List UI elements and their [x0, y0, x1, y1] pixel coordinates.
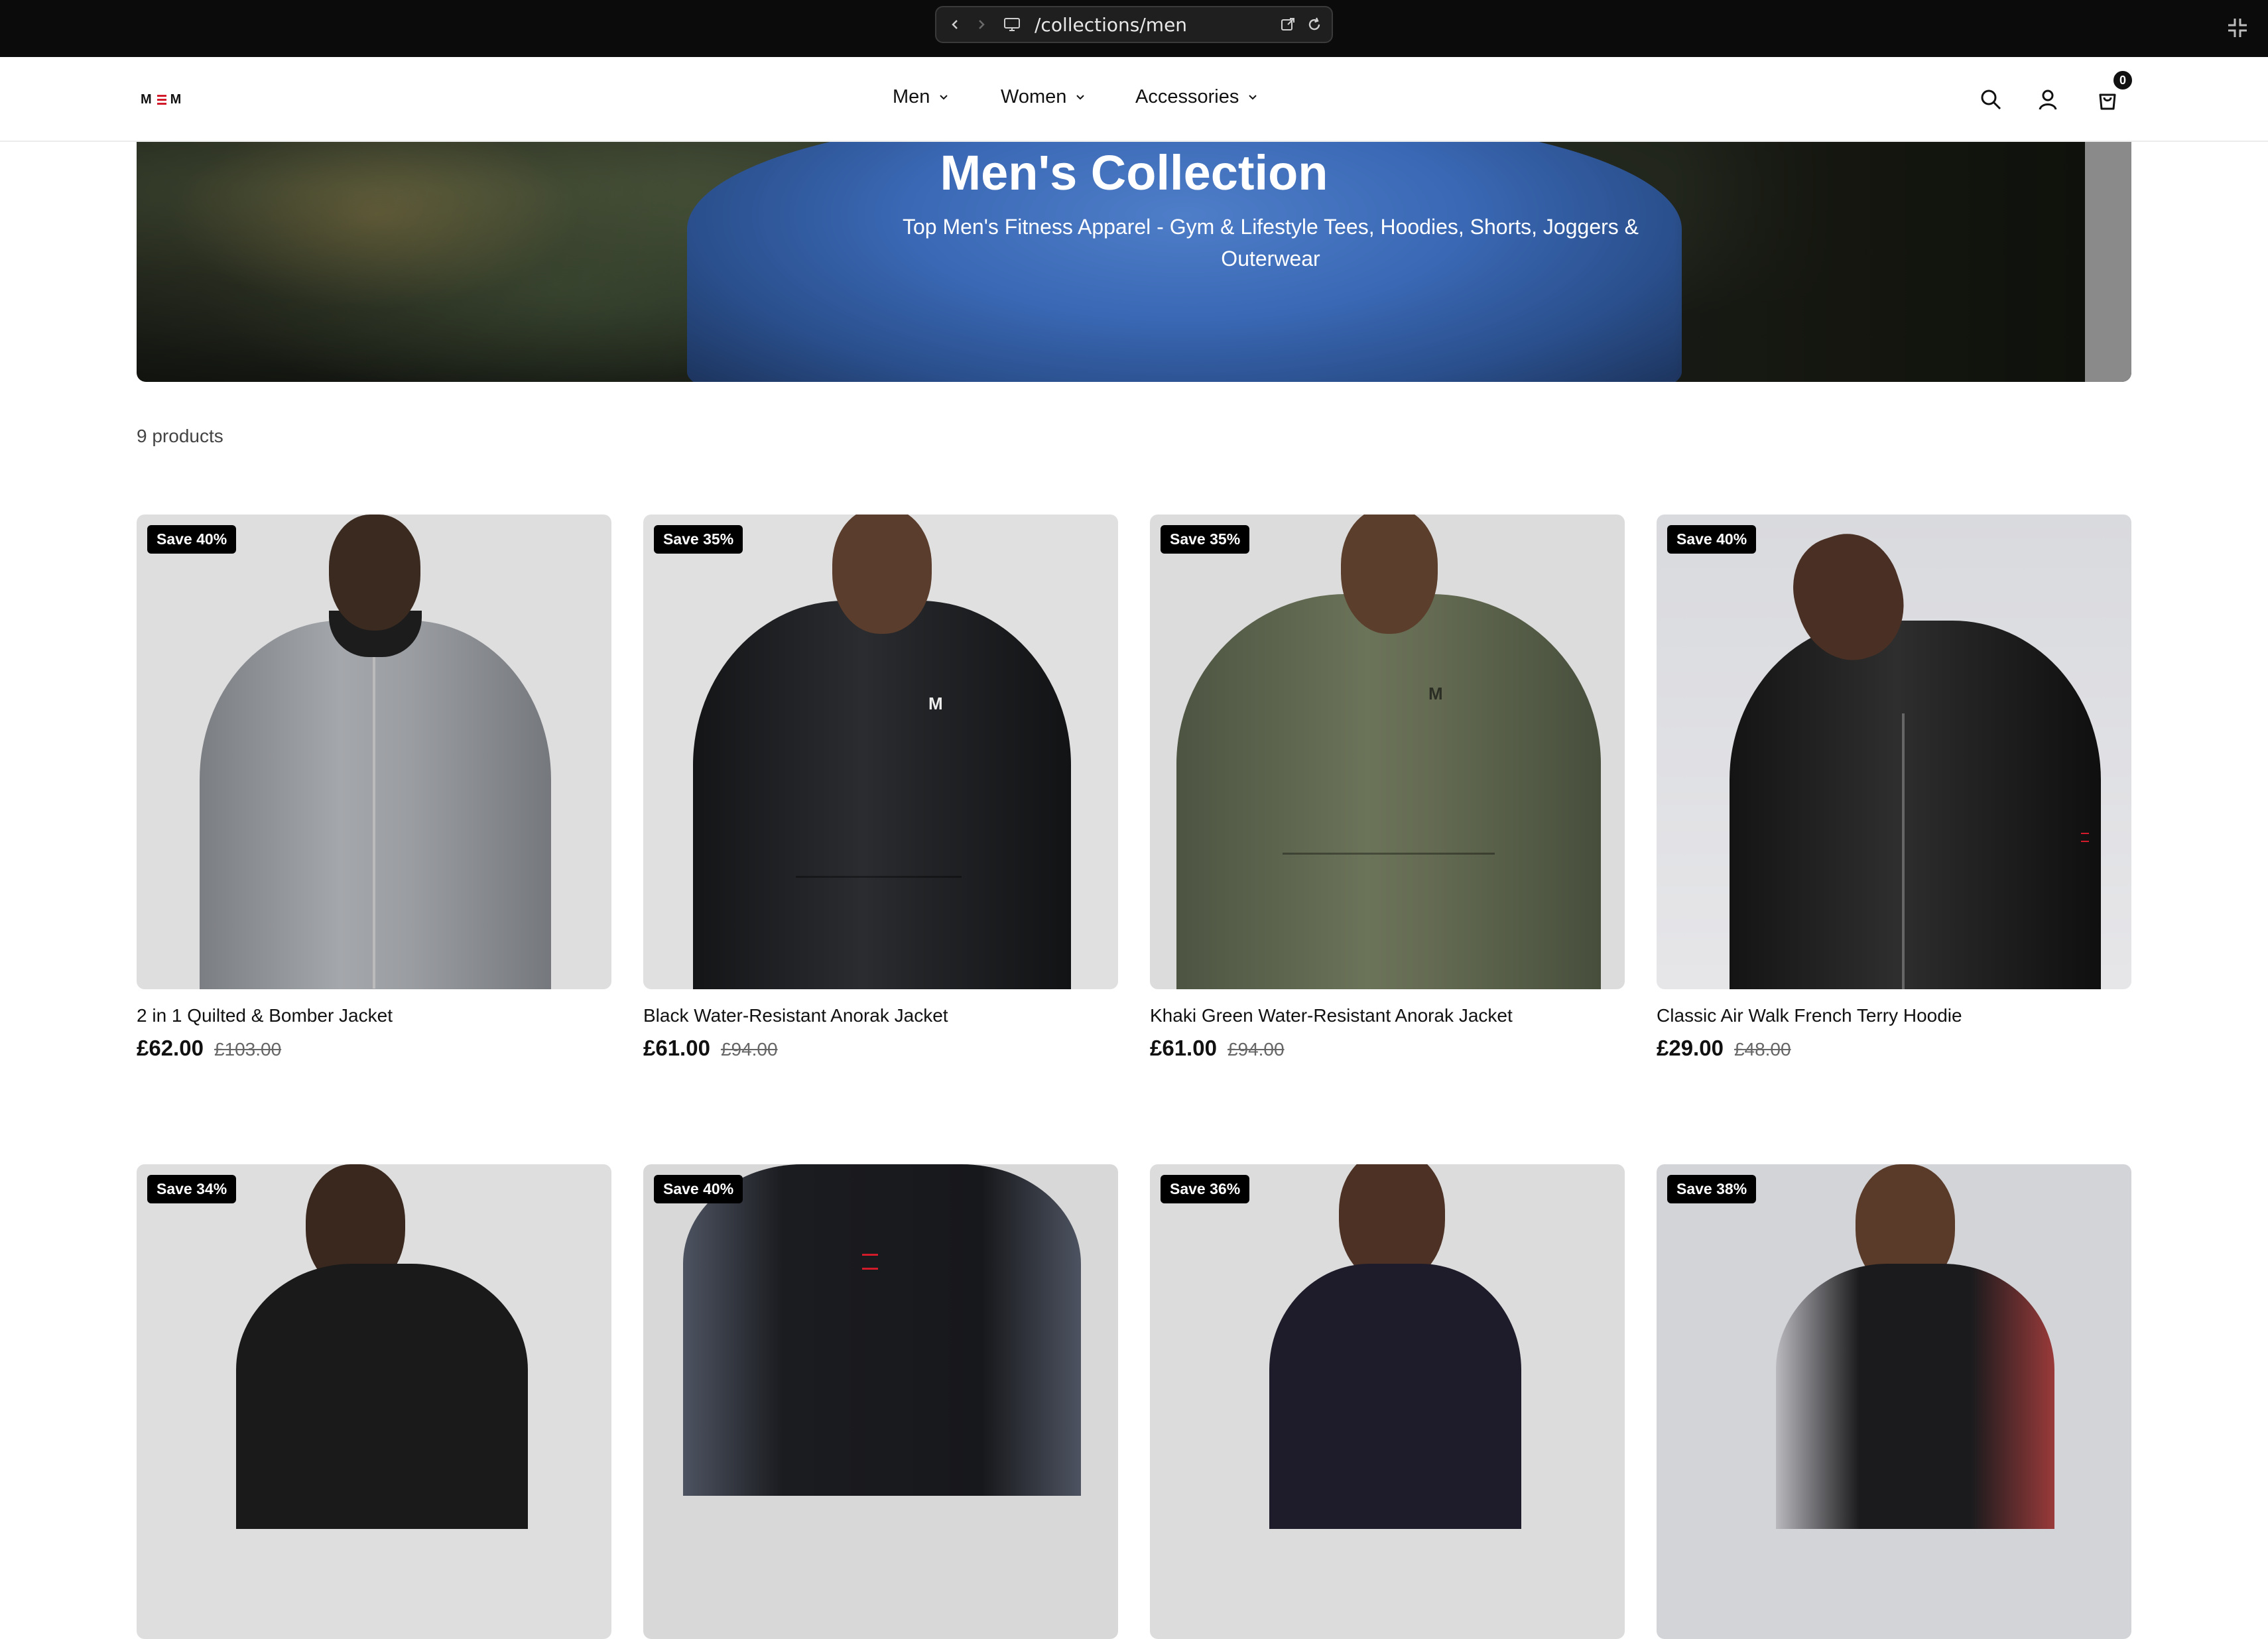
url-text[interactable]: /collections/men — [1035, 14, 1275, 36]
product-image[interactable]: Save 40% — [137, 515, 611, 989]
sale-price: £62.00 — [137, 1036, 204, 1060]
product-image[interactable]: Save 34% — [137, 1164, 611, 1639]
page-subtitle: Top Men's Fitness Apparel - Gym & Lifest… — [902, 215, 1639, 271]
sale-badge: Save 38% — [1667, 1175, 1757, 1203]
site-header: M M Men Women Accessories — [0, 57, 2268, 142]
chevron-left-icon[interactable] — [942, 11, 968, 38]
monitor-icon — [999, 11, 1025, 38]
chevron-right-icon[interactable] — [968, 11, 995, 38]
compare-price: £48.00 — [1733, 1039, 1791, 1060]
sale-badge: Save 40% — [1667, 525, 1757, 554]
product-title[interactable]: 2 in 1 Quilted & Bomber Jacket — [137, 1005, 611, 1026]
site-logo[interactable]: M M — [141, 88, 182, 111]
brand-mark: M — [928, 694, 943, 713]
search-icon[interactable] — [1978, 86, 2004, 113]
product-image[interactable]: Save 36% — [1150, 1164, 1625, 1639]
reload-icon[interactable] — [1301, 11, 1328, 38]
product-image[interactable]: Save 40% — [1657, 515, 2131, 989]
brand-mark — [862, 1254, 878, 1270]
collection-hero: Men's Collection Top Men's Fitness Appar… — [137, 142, 2131, 382]
chevron-down-icon — [1249, 94, 1257, 99]
compare-price: £103.00 — [214, 1039, 282, 1060]
account-icon[interactable] — [2035, 86, 2061, 113]
nav-women-label: Women — [1001, 86, 1067, 107]
product-card[interactable]: M Save 35% Black Water-Resistant Anorak … — [643, 515, 1118, 1061]
product-image[interactable]: M Save 35% — [643, 515, 1118, 989]
sale-badge: Save 40% — [147, 525, 237, 554]
sale-price: £61.00 — [1150, 1036, 1217, 1060]
product-title[interactable]: Khaki Green Water-Resistant Anorak Jacke… — [1150, 1005, 1625, 1026]
product-card[interactable]: Save 38% — [1657, 1164, 2131, 1639]
product-card[interactable]: Save 40% 2 in 1 Quilted & Bomber Jacket … — [137, 515, 611, 1061]
logo-mark — [157, 94, 166, 105]
compare-price: £94.00 — [720, 1039, 778, 1060]
nav-accessories[interactable]: Accessories — [1135, 86, 1308, 108]
product-card[interactable]: Save 40% Classic Air Walk French Terry H… — [1657, 515, 2131, 1061]
address-bar[interactable]: /collections/men — [935, 6, 1333, 43]
product-image[interactable]: Save 38% — [1657, 1164, 2131, 1639]
nav-men-label: Men — [893, 86, 930, 107]
compare-price: £94.00 — [1227, 1039, 1285, 1060]
product-title[interactable]: Black Water-Resistant Anorak Jacket — [643, 1005, 1118, 1026]
product-title[interactable]: Classic Air Walk French Terry Hoodie — [1657, 1005, 2131, 1026]
sale-price: £29.00 — [1657, 1036, 1724, 1060]
sale-badge: Save 36% — [1161, 1175, 1250, 1203]
nav-women[interactable]: Women — [1001, 86, 1133, 108]
product-card[interactable]: M Save 35% Khaki Green Water-Resistant A… — [1150, 515, 1625, 1061]
product-image[interactable]: M Save 35% — [1150, 515, 1625, 989]
cart-count-badge: 0 — [2111, 69, 2134, 91]
sale-badge: Save 35% — [654, 525, 743, 554]
collapse-icon[interactable] — [2224, 15, 2251, 41]
brand-mark: M — [1428, 684, 1443, 703]
page-title: Men's Collection — [940, 145, 1328, 200]
brand-mark — [2081, 833, 2089, 842]
nav-accessories-label: Accessories — [1135, 86, 1239, 107]
sale-badge: Save 34% — [147, 1175, 237, 1203]
sale-badge: Save 35% — [1161, 525, 1250, 554]
browser-toolbar: /collections/men — [0, 0, 2268, 57]
product-image[interactable]: Save 40% — [643, 1164, 1118, 1639]
sale-badge: Save 40% — [654, 1175, 743, 1203]
product-card[interactable]: Save 34% — [137, 1164, 611, 1639]
external-link-icon[interactable] — [1275, 11, 1301, 38]
product-count: 9 products — [137, 426, 223, 446]
sale-price: £61.00 — [643, 1036, 710, 1060]
chevron-down-icon — [1076, 94, 1085, 99]
product-card[interactable]: Save 40% — [643, 1164, 1118, 1639]
chevron-down-icon — [940, 94, 948, 99]
product-card[interactable]: Save 36% — [1150, 1164, 1625, 1639]
